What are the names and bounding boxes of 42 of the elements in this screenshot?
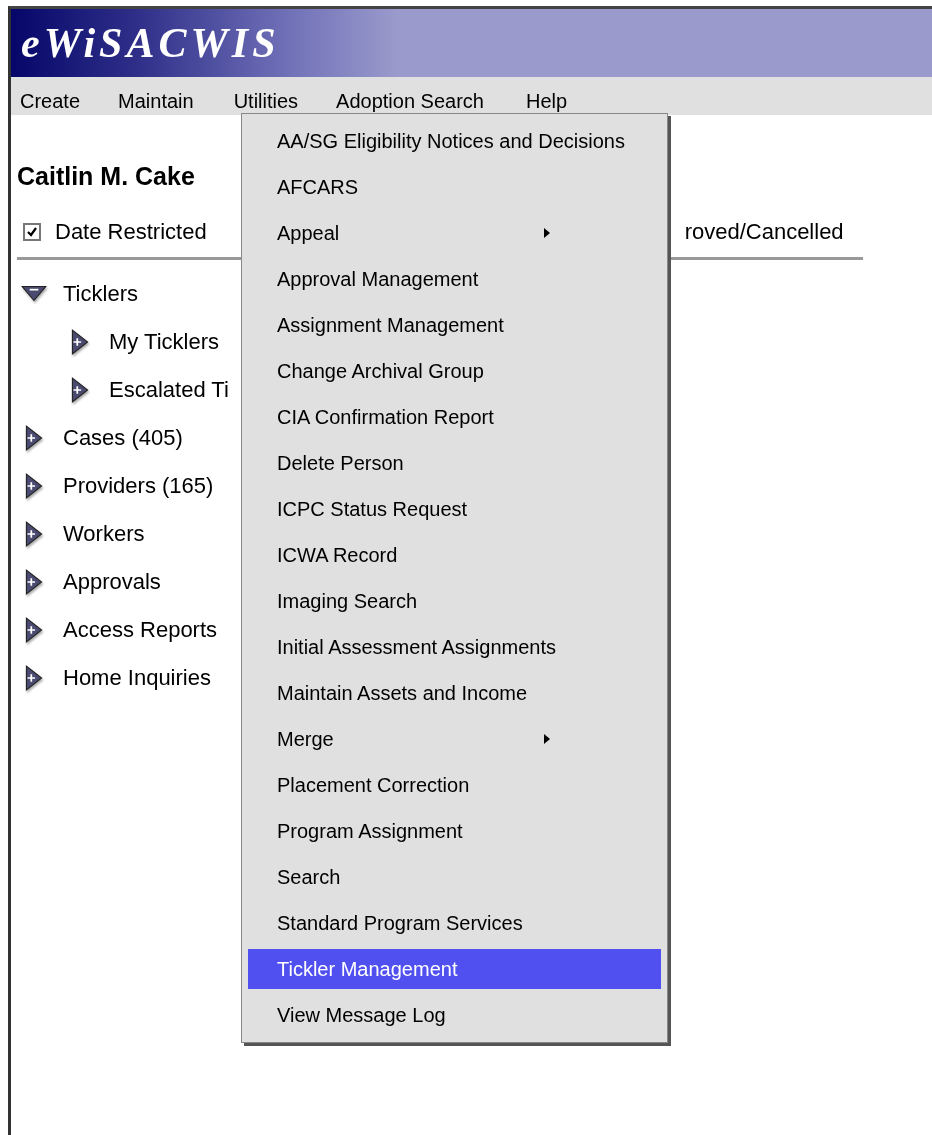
tree-item[interactable]: Cases (405) [63, 425, 183, 451]
menu-item[interactable]: Maintain [118, 90, 194, 115]
menu-option[interactable]: Change Archival Group [248, 348, 661, 394]
tree-item[interactable]: Escalated Ti [109, 377, 229, 403]
menu-option[interactable]: Assignment Management [248, 302, 661, 348]
checkbox[interactable] [23, 223, 41, 241]
menu-option[interactable]: Appeal [248, 210, 661, 256]
menu-option[interactable]: Search [248, 854, 661, 900]
menu-option[interactable]: Standard Program Services [248, 900, 661, 946]
tree-item[interactable]: Providers (165) [63, 473, 214, 499]
menu-item[interactable]: Help [526, 90, 568, 115]
submenu-arrow-icon [544, 228, 550, 238]
menu-option[interactable]: Tickler Management [248, 949, 661, 989]
menu-option[interactable]: Placement Correction [248, 762, 661, 808]
app-title: eWiSACWIS [21, 19, 280, 67]
menu-option[interactable]: CIA Confirmation Report [248, 394, 661, 440]
menu-option[interactable]: Merge [248, 716, 661, 762]
menu-option[interactable]: Maintain Assets and Income [248, 670, 661, 716]
worker-name: Caitlin M. Cake [17, 162, 195, 192]
submenu-arrow-icon [544, 734, 550, 744]
menu-option[interactable]: AFCARS [248, 164, 661, 210]
filter-label: roved/Cancelled [684, 219, 844, 245]
menu-option[interactable]: AA/SG Eligibility Notices and Decisions [248, 118, 661, 164]
menu-option[interactable]: Delete Person [248, 440, 661, 486]
tree-item[interactable]: My Ticklers [109, 329, 219, 355]
tree-item[interactable]: Approvals [63, 569, 161, 595]
menu-option[interactable]: Imaging Search [248, 578, 661, 624]
checkmark-icon [26, 226, 38, 238]
tree-item[interactable]: Workers [63, 521, 145, 547]
tree-item[interactable]: Home Inquiries [63, 665, 211, 691]
checkbox-label: Date Restricted [55, 219, 207, 245]
tree-item[interactable]: Access Reports [63, 617, 218, 643]
menu-item[interactable]: Utilities [233, 90, 299, 115]
tree-item[interactable]: Ticklers [63, 281, 138, 307]
menu-option[interactable]: Program Assignment [248, 808, 661, 854]
menu-item[interactable]: Create [20, 90, 81, 115]
menu-option[interactable]: Approval Management [248, 256, 661, 302]
menu-item[interactable]: Adoption Search [336, 90, 484, 115]
menu-option[interactable]: Initial Assessment Assignments [248, 624, 661, 670]
menu-option[interactable]: View Message Log [248, 992, 661, 1038]
menu-option[interactable]: ICPC Status Request [248, 486, 661, 532]
menu-option[interactable]: ICWA Record [248, 532, 661, 578]
